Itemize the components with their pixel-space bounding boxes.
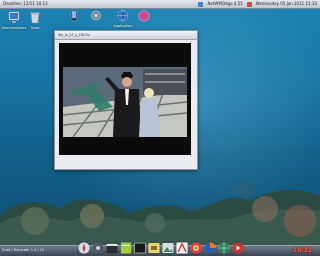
compass-icon[interactable] bbox=[78, 242, 90, 254]
desktop-icon-phone[interactable] bbox=[64, 9, 84, 24]
notes-icon[interactable] bbox=[120, 242, 132, 254]
phone-icon bbox=[70, 9, 78, 22]
video-frame bbox=[63, 67, 187, 137]
dock bbox=[78, 238, 244, 254]
taskbar-label: Snail / Recorder 1.0 / 10 bbox=[2, 248, 45, 252]
media-player-icon[interactable] bbox=[232, 242, 244, 254]
cube-icon bbox=[138, 9, 150, 22]
menubar-datetime[interactable]: Wednesday 05 Jan 2011 15:30 bbox=[256, 0, 317, 8]
window-title[interactable]: Tor_ls_2F_s_HD.flv bbox=[55, 31, 197, 40]
color-picker-icon[interactable] bbox=[190, 242, 202, 254]
desktop-icon-cube[interactable] bbox=[134, 9, 154, 24]
network-icon[interactable] bbox=[198, 1, 204, 7]
menubar-right: NetWMOdge 4.55 Wednesday 05 Jan 2011 15:… bbox=[198, 0, 317, 8]
desktop-icon-settings[interactable] bbox=[86, 9, 106, 24]
desktop-icon-label: Application bbox=[113, 24, 133, 28]
menubar-item-0[interactable]: NetWMOdge 4.55 bbox=[207, 0, 242, 8]
firefox-icon[interactable] bbox=[204, 242, 216, 254]
globe-icon bbox=[117, 10, 129, 21]
terminal-icon[interactable] bbox=[134, 242, 146, 254]
settings-icon[interactable] bbox=[92, 242, 104, 254]
taskbar-clock[interactable]: 16:32 bbox=[293, 247, 312, 254]
globe-icon[interactable] bbox=[218, 242, 230, 254]
coral-reef-background bbox=[0, 180, 320, 246]
menubar-left-text: Deadline: 12/11 10:13 bbox=[3, 1, 48, 6]
gear-icon bbox=[91, 10, 101, 21]
desktop-icon-application[interactable]: Application bbox=[110, 9, 136, 28]
clapperboard-icon[interactable] bbox=[106, 242, 118, 254]
trash-icon bbox=[30, 12, 40, 24]
acrobat-icon[interactable] bbox=[176, 242, 188, 254]
image-viewer-icon[interactable] bbox=[162, 242, 174, 254]
monitor-icon bbox=[8, 11, 20, 23]
top-menubar: Deadline: 12/11 10:13 NetWMOdge 4.55 Wed… bbox=[0, 0, 320, 9]
desktop-icon-label: Trash bbox=[30, 26, 40, 30]
video-area[interactable] bbox=[59, 43, 191, 155]
desktop-icon-trash[interactable]: Trash bbox=[22, 11, 48, 30]
video-player-window[interactable]: Tor_ls_2F_s_HD.flv bbox=[54, 30, 198, 170]
archive-icon[interactable] bbox=[148, 242, 160, 254]
battery-icon[interactable] bbox=[246, 1, 252, 7]
